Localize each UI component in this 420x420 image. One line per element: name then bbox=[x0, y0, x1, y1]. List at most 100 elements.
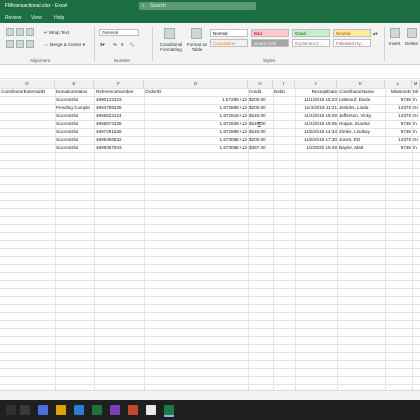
column-header-g[interactable]: G bbox=[144, 80, 248, 88]
table-cell[interactable] bbox=[274, 96, 294, 104]
table-cell[interactable]: 4997281836 bbox=[96, 128, 142, 136]
table-cell[interactable] bbox=[145, 104, 177, 112]
table-cell[interactable]: 11/1/2019 16:23 bbox=[296, 96, 337, 104]
table-cell[interactable]: $200.00 bbox=[249, 96, 272, 104]
file-explorer-icon[interactable] bbox=[56, 405, 66, 415]
app-icon[interactable] bbox=[74, 405, 84, 415]
table-cell[interactable]: 4995673335 bbox=[96, 120, 142, 128]
align-right-icon[interactable] bbox=[26, 40, 34, 48]
header-cell[interactable]: ContributorName bbox=[339, 88, 385, 96]
excel-icon[interactable] bbox=[164, 405, 174, 417]
table-cell[interactable]: 1/2/2020 18:46 bbox=[296, 144, 337, 152]
table-cell[interactable]: 9738 bbox=[386, 120, 411, 128]
table-cell[interactable]: Jones, ED bbox=[339, 136, 385, 144]
style-check-cell[interactable]: Check Cell bbox=[251, 39, 289, 47]
table-cell[interactable] bbox=[274, 136, 294, 144]
table-cell[interactable]: Hoppe, Eureka bbox=[339, 120, 385, 128]
table-cell[interactable]: 11/5/2019 14:34 bbox=[296, 128, 337, 136]
column-header-h[interactable]: H bbox=[248, 80, 273, 88]
header-cell[interactable]: ReceiptDate bbox=[296, 88, 337, 96]
table-cell[interactable]: Gr bbox=[413, 104, 420, 112]
table-cell[interactable]: Successful bbox=[56, 112, 94, 120]
table-cell[interactable]: 14379 bbox=[386, 136, 411, 144]
tab-review[interactable]: Review bbox=[5, 15, 21, 21]
table-cell[interactable] bbox=[274, 112, 294, 120]
table-cell[interactable]: 4999367943 bbox=[96, 144, 142, 152]
table-cell[interactable]: Successful bbox=[56, 128, 94, 136]
comma-button[interactable]: 9 bbox=[121, 42, 124, 47]
table-cell[interactable] bbox=[1, 128, 54, 136]
increase-decimal-icon[interactable]: ⁰₀ bbox=[130, 42, 134, 48]
table-cell[interactable]: Jefferson, Vicky bbox=[339, 112, 385, 120]
column-header-m[interactable]: M bbox=[412, 80, 420, 88]
header-cell[interactable]: MI bbox=[413, 88, 420, 96]
table-cell[interactable]: 14379 bbox=[386, 104, 411, 112]
table-cell[interactable]: Successful bbox=[56, 96, 94, 104]
table-cell[interactable] bbox=[145, 96, 177, 104]
table-cell[interactable]: Successful bbox=[56, 144, 94, 152]
table-cell[interactable]: 11/4/2019 19:05 bbox=[296, 120, 337, 128]
align-center-icon[interactable] bbox=[16, 40, 24, 48]
delete-button[interactable]: Delete bbox=[405, 41, 418, 46]
table-cell[interactable]: Pending Comple bbox=[56, 104, 94, 112]
header-cell[interactable]: MissionID bbox=[386, 88, 411, 96]
table-cell[interactable]: 9738 bbox=[386, 144, 411, 152]
column-header-k[interactable]: K bbox=[337, 80, 385, 88]
currency-button[interactable]: $▾ bbox=[100, 42, 105, 48]
style-good[interactable]: Good bbox=[292, 29, 330, 37]
table-cell[interactable]: 4994788335 bbox=[96, 104, 142, 112]
column-header-l[interactable]: L bbox=[385, 80, 412, 88]
table-cell[interactable]: 1.57292E+12 bbox=[178, 120, 247, 128]
header-cell[interactable]: Debit bbox=[274, 88, 294, 96]
table-cell[interactable]: 1.57308E+12 bbox=[178, 144, 247, 152]
insert-button[interactable]: Insert bbox=[389, 41, 400, 46]
tab-view[interactable]: View bbox=[31, 15, 42, 21]
search-box[interactable]: ⌕ Search bbox=[139, 2, 256, 10]
app-icon[interactable] bbox=[128, 405, 138, 415]
table-cell[interactable] bbox=[145, 128, 177, 136]
number-format-select[interactable]: General bbox=[99, 29, 139, 36]
header-cell[interactable]: ContributorExternalID bbox=[1, 88, 54, 96]
header-cell[interactable] bbox=[178, 88, 247, 96]
column-header-e[interactable]: E bbox=[55, 80, 94, 88]
column-header-d[interactable]: D bbox=[0, 80, 55, 88]
column-header-i[interactable]: I bbox=[273, 80, 295, 88]
style-explanatory[interactable]: Explanatory ... bbox=[292, 39, 330, 47]
align-middle-icon[interactable] bbox=[16, 28, 24, 36]
header-cell[interactable]: DonationStatus bbox=[56, 88, 94, 96]
table-cell[interactable]: Successful bbox=[56, 120, 94, 128]
table-cell[interactable]: Gr bbox=[413, 136, 420, 144]
table-cell[interactable]: In bbox=[413, 128, 420, 136]
styles-scroll-icon[interactable]: ▴▾ bbox=[373, 31, 378, 37]
table-cell[interactable] bbox=[274, 144, 294, 152]
percent-button[interactable]: % bbox=[113, 42, 117, 47]
format-as-table-button[interactable]: Format as Table bbox=[186, 42, 208, 52]
table-cell[interactable]: $240.00 bbox=[249, 112, 272, 120]
column-header-f[interactable]: F bbox=[94, 80, 144, 88]
table-cell[interactable]: $367.00 bbox=[249, 144, 272, 152]
header-cell[interactable]: Credit bbox=[249, 88, 272, 96]
app-icon[interactable] bbox=[146, 405, 156, 415]
table-cell[interactable]: 1.5726E+12 bbox=[178, 96, 247, 104]
table-cell[interactable]: 1.57291E+12 bbox=[178, 112, 247, 120]
table-cell[interactable]: 1.57299E+12 bbox=[178, 128, 247, 136]
table-cell[interactable] bbox=[145, 144, 177, 152]
table-cell[interactable] bbox=[145, 112, 177, 120]
table-cell[interactable]: In bbox=[413, 96, 420, 104]
table-cell[interactable]: $240.00 bbox=[249, 128, 272, 136]
table-cell[interactable]: Baylor, Matt bbox=[339, 144, 385, 152]
tab-help[interactable]: Help bbox=[54, 15, 64, 21]
table-cell[interactable]: In bbox=[413, 144, 420, 152]
style-neutral[interactable]: Neutral bbox=[333, 29, 371, 37]
merge-center-button[interactable]: ⇔ Merge & Center ▾ bbox=[44, 42, 85, 48]
table-cell[interactable]: 14379 bbox=[386, 112, 411, 120]
table-cell[interactable]: 9738 bbox=[386, 128, 411, 136]
table-cell[interactable]: $200.00 bbox=[249, 104, 272, 112]
column-header-j[interactable]: J bbox=[295, 80, 337, 88]
header-cell[interactable]: ReferenceNumber bbox=[96, 88, 142, 96]
visual-studio-icon[interactable] bbox=[110, 405, 120, 415]
table-cell[interactable]: In bbox=[413, 120, 420, 128]
align-bottom-icon[interactable] bbox=[26, 28, 34, 36]
table-cell[interactable] bbox=[1, 136, 54, 144]
table-cell[interactable] bbox=[274, 104, 294, 112]
